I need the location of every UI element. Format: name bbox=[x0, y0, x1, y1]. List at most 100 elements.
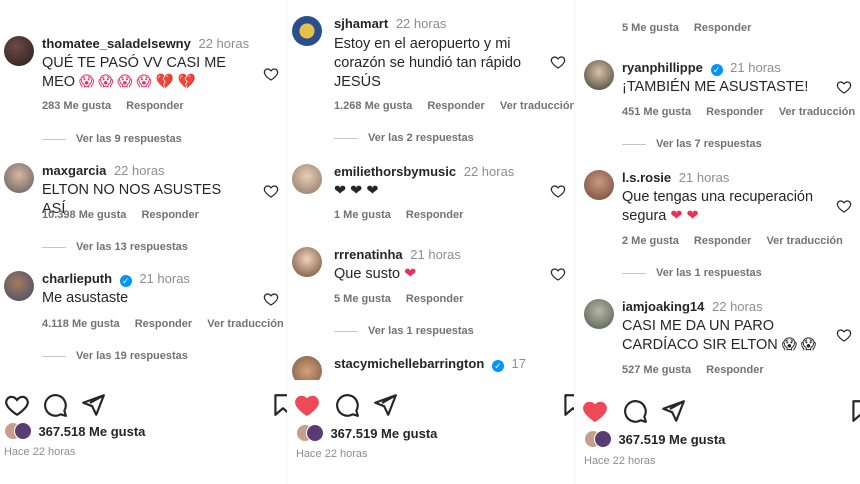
comment-body: Que tengas una recuperación segura bbox=[622, 189, 814, 224]
like-count[interactable]: 283 Me gusta bbox=[42, 100, 111, 112]
username-link[interactable]: charlieputh bbox=[42, 271, 112, 286]
heart-icon[interactable] bbox=[263, 183, 279, 199]
comment-icon[interactable] bbox=[334, 392, 360, 418]
post-timestamp: Hace 22 horas bbox=[4, 446, 76, 458]
send-icon[interactable] bbox=[660, 398, 686, 424]
view-replies-button[interactable]: Ver las 2 respuestas bbox=[334, 132, 474, 144]
avatar[interactable] bbox=[292, 16, 322, 46]
translate-button[interactable]: Ver traducción bbox=[500, 100, 574, 112]
heart-icon[interactable] bbox=[263, 291, 279, 307]
comment-meta: 527 Me gusta Responder bbox=[622, 364, 776, 376]
likes-summary[interactable]: 367.518 Me gusta bbox=[4, 422, 287, 444]
likes-summary[interactable]: 367.519 Me gusta bbox=[296, 424, 574, 446]
comment-panel-2: sjhamart 22 horas Estoy en el aeropuerto… bbox=[288, 0, 574, 484]
heart-icon[interactable] bbox=[836, 327, 852, 343]
post-actions bbox=[288, 392, 574, 420]
bookmark-icon[interactable] bbox=[560, 392, 574, 418]
like-count[interactable]: 1 Me gusta bbox=[334, 209, 391, 221]
comment-body: Estoy en el aeropuerto y mi corazón se h… bbox=[334, 36, 522, 90]
username-link[interactable]: rrrenatinha bbox=[334, 247, 403, 262]
like-count[interactable]: 4.118 Me gusta bbox=[42, 318, 120, 330]
heart-icon[interactable] bbox=[836, 198, 852, 214]
comment-text: ¡TAMBIÉN ME ASUSTASTE! bbox=[622, 78, 820, 97]
like-count[interactable]: 1.268 Me gusta bbox=[334, 100, 412, 112]
username-link[interactable]: emiliethorsbymusic bbox=[334, 164, 456, 179]
post-like-count[interactable]: 367.519 Me gusta bbox=[330, 426, 437, 441]
comment-panel-3: 5 Me gusta Responder ryanphillippe ✓ 21 … bbox=[576, 0, 860, 484]
heart-icon[interactable] bbox=[582, 398, 608, 424]
avatar[interactable] bbox=[292, 356, 322, 380]
reply-button[interactable]: Responder bbox=[126, 100, 183, 112]
view-replies-button[interactable]: Ver las 9 respuestas bbox=[42, 133, 182, 145]
comment-list: thomatee_saladelsewny 22 horas QUÉ TE PA… bbox=[0, 0, 287, 380]
avatar[interactable] bbox=[292, 247, 322, 277]
reply-button[interactable]: Responder bbox=[706, 364, 763, 376]
like-count[interactable]: 5 Me gusta bbox=[334, 293, 391, 305]
heart-icon[interactable] bbox=[4, 392, 30, 418]
username-link[interactable]: thomatee_saladelsewny bbox=[42, 36, 191, 51]
heart-icon[interactable] bbox=[550, 183, 566, 199]
translate-button[interactable]: Ver traducción bbox=[207, 318, 283, 330]
comment-meta: 283 Me gusta Responder bbox=[42, 100, 196, 112]
bookmark-icon[interactable] bbox=[848, 398, 860, 424]
view-replies-button[interactable]: Ver las 1 respuestas bbox=[334, 325, 474, 337]
avatar[interactable] bbox=[4, 36, 34, 66]
avatar[interactable] bbox=[4, 271, 34, 301]
comment-header: ryanphillippe ✓ 21 horas bbox=[622, 60, 781, 76]
post-like-count[interactable]: 367.518 Me gusta bbox=[38, 424, 145, 439]
view-replies-button[interactable]: Ver las 7 respuestas bbox=[622, 138, 762, 150]
comment-header: charlieputh ✓ 21 horas bbox=[42, 271, 190, 287]
reply-button[interactable]: Responder bbox=[706, 106, 763, 118]
like-count[interactable]: 451 Me gusta bbox=[622, 106, 691, 118]
view-replies-button[interactable]: Ver las 19 respuestas bbox=[42, 350, 188, 362]
username-link[interactable]: l.s.rosie bbox=[622, 170, 671, 185]
reply-button[interactable]: Responder bbox=[427, 100, 484, 112]
comment-meta: 10.398 Me gusta Responder bbox=[42, 209, 211, 221]
avatar[interactable] bbox=[4, 163, 34, 193]
post-timestamp: Hace 22 horas bbox=[296, 448, 368, 460]
comment-icon[interactable] bbox=[622, 398, 648, 424]
bookmark-icon[interactable] bbox=[270, 392, 287, 418]
reply-button[interactable]: Responder bbox=[406, 293, 463, 305]
comment-header: stacymichellebarrington ✓ 17 bbox=[334, 356, 526, 372]
heart-icon[interactable] bbox=[294, 392, 320, 418]
avatar[interactable] bbox=[292, 164, 322, 194]
reply-button[interactable]: Responder bbox=[694, 22, 751, 34]
like-count[interactable]: 527 Me gusta bbox=[622, 364, 691, 376]
username-link[interactable]: iamjoaking14 bbox=[622, 299, 704, 314]
reply-button[interactable]: Responder bbox=[694, 235, 751, 247]
heart-icon[interactable] bbox=[550, 266, 566, 282]
view-replies-button[interactable]: Ver las 1 respuestas bbox=[622, 267, 762, 279]
reply-button[interactable]: Responder bbox=[141, 209, 198, 221]
reply-button[interactable]: Responder bbox=[406, 209, 463, 221]
username-link[interactable]: sjhamart bbox=[334, 16, 388, 31]
username-link[interactable]: stacymichellebarrington bbox=[334, 356, 484, 371]
reply-button[interactable]: Responder bbox=[135, 318, 192, 330]
username-link[interactable]: ryanphillippe bbox=[622, 60, 703, 75]
avatar[interactable] bbox=[584, 299, 614, 329]
heart-icon[interactable] bbox=[836, 79, 852, 95]
likes-summary[interactable]: 367.519 Me gusta bbox=[584, 430, 860, 452]
like-count[interactable]: 10.398 Me gusta bbox=[42, 209, 126, 221]
post-like-count[interactable]: 367.519 Me gusta bbox=[618, 432, 725, 447]
avatar[interactable] bbox=[584, 60, 614, 90]
translate-button[interactable]: Ver traducción bbox=[766, 235, 842, 247]
comment-text: Estoy en el aeropuerto y mi corazón se h… bbox=[334, 35, 534, 92]
comment-meta: 1 Me gusta Responder bbox=[334, 209, 475, 221]
comment-text: ❤ ❤ ❤ bbox=[334, 182, 534, 201]
heart-icon[interactable] bbox=[263, 66, 279, 82]
post-timestamp: Hace 22 horas bbox=[584, 455, 656, 467]
like-count[interactable]: 5 Me gusta bbox=[622, 22, 679, 34]
avatar[interactable] bbox=[584, 170, 614, 200]
like-count[interactable]: 2 Me gusta bbox=[622, 235, 679, 247]
comment-body: ¡TAMBIÉN ME ASUSTASTE! bbox=[622, 79, 809, 95]
send-icon[interactable] bbox=[80, 392, 106, 418]
translate-button[interactable]: Ver traducción bbox=[779, 106, 855, 118]
comment-icon[interactable] bbox=[42, 392, 68, 418]
send-icon[interactable] bbox=[372, 392, 398, 418]
heart-icon[interactable] bbox=[550, 54, 566, 70]
comment-meta: 5 Me gusta Responder bbox=[334, 293, 475, 305]
view-replies-button[interactable]: Ver las 13 respuestas bbox=[42, 241, 188, 253]
username-link[interactable]: maxgarcia bbox=[42, 163, 106, 178]
comment-time: 22 horas bbox=[395, 16, 447, 31]
